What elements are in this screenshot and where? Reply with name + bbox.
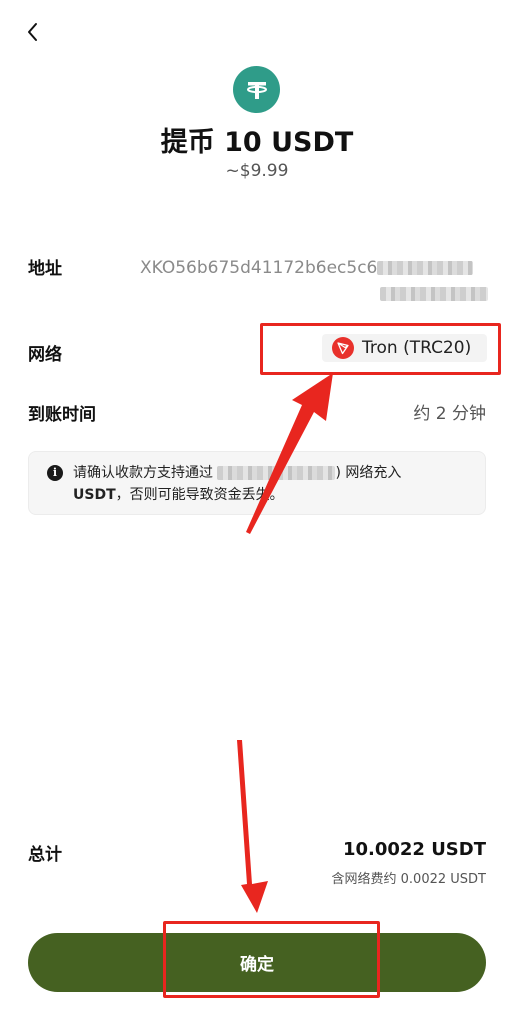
eta-value: 约 2 分钟 (413, 404, 486, 424)
network-value: Tron (TRC20) (362, 338, 472, 358)
address-label: 地址 (28, 259, 62, 279)
notice-text-after: ) 网络充入 (335, 465, 402, 481)
network-label: 网络 (28, 345, 62, 365)
redacted-address-part (377, 261, 474, 275)
total-label: 总计 (28, 845, 62, 865)
page-title: 提币 10 USDT (160, 127, 354, 158)
arrow-down-icon (237, 740, 268, 913)
chevron-left-icon (28, 23, 37, 41)
eta-label: 到账时间 (28, 405, 96, 425)
redacted-network-name (217, 466, 336, 480)
address-value[interactable]: XKO56b675d41172b6ec5c6 (140, 255, 488, 307)
notice-text-before: 请确认收款方支持通过 (73, 465, 213, 481)
confirm-label: 确定 (240, 955, 274, 975)
network-selector[interactable]: Tron (TRC20) (322, 334, 487, 362)
tron-icon (332, 337, 354, 359)
network-fee-text: 含网络费约 0.0022 USDT (331, 872, 486, 887)
confirm-button[interactable]: 确定 (28, 933, 486, 992)
usd-estimate: ~$9.99 (225, 161, 289, 181)
notice-text-end: ，否则可能导致资金丢失。 (115, 487, 284, 503)
redacted-address-part (380, 287, 488, 301)
warning-notice: i 请确认收款方支持通过 ) 网络充入 USDT，否则可能导致资金丢失。 (28, 451, 486, 515)
notice-token: USDT (73, 487, 116, 503)
total-value: 10.0022 USDT (342, 839, 486, 860)
address-text: XKO56b675d41172b6ec5c6 (140, 258, 378, 278)
back-button[interactable] (22, 18, 46, 46)
info-icon: i (47, 465, 63, 481)
tether-icon (233, 66, 280, 113)
